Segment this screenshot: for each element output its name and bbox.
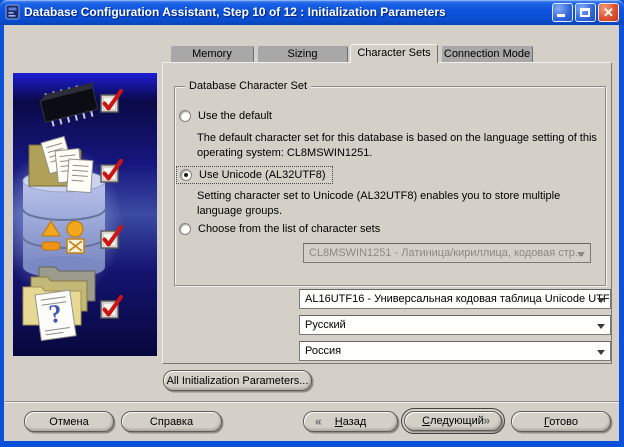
- tab-sizing-label: Sizing: [288, 48, 318, 60]
- maximize-button[interactable]: [575, 3, 596, 22]
- all-initialization-parameters-button[interactable]: All Initialization Parameters...: [163, 370, 312, 391]
- radio-unchecked-icon: [179, 223, 191, 235]
- titlebar: Database Configuration Assistant, Step 1…: [0, 0, 624, 25]
- national-character-set-select[interactable]: AL16UTF16 - Универсальная кодовая таблиц…: [299, 289, 611, 309]
- radio-choose-from-list[interactable]: Choose from the list of character sets: [179, 223, 380, 235]
- app-icon: [5, 4, 21, 20]
- back-label: Назад: [335, 416, 367, 428]
- national-character-set-value: AL16UTF16 - Универсальная кодовая таблиц…: [305, 293, 611, 305]
- finish-button[interactable]: Готово: [511, 411, 611, 432]
- next-chevron-icon: »: [483, 414, 490, 428]
- back-button[interactable]: « Назад: [303, 411, 398, 432]
- tab-memory-label: Memory: [192, 48, 232, 60]
- radio-use-unicode-label: Use Unicode (AL32UTF8): [199, 169, 326, 181]
- window-title: Database Configuration Assistant, Step 1…: [24, 0, 446, 25]
- dropdown-arrow-icon: [597, 298, 605, 303]
- minimize-icon: [557, 14, 565, 17]
- tab-character-sets[interactable]: Character Sets: [350, 44, 438, 63]
- maximize-icon: [580, 8, 590, 17]
- next-button[interactable]: Следующий »: [404, 411, 502, 431]
- default-date-format-select[interactable]: Россия: [299, 341, 611, 361]
- window-controls: ✕: [552, 3, 619, 22]
- dropdown-arrow-icon: [597, 324, 605, 329]
- groupbox-title: Database Character Set: [185, 80, 311, 92]
- radio-checked-icon: [180, 169, 192, 181]
- use-unicode-description: Setting character set to Unicode (AL32UT…: [197, 189, 605, 219]
- use-default-description: The default character set for this datab…: [197, 131, 605, 161]
- cancel-button[interactable]: Отмена: [24, 411, 114, 432]
- help-label: Справка: [150, 416, 193, 428]
- minimize-button[interactable]: [552, 3, 573, 22]
- next-label: Следующий: [422, 415, 484, 427]
- radio-use-unicode[interactable]: Use Unicode (AL32UTF8): [176, 166, 333, 184]
- tab-sizing[interactable]: Sizing: [257, 45, 348, 63]
- radio-choose-from-list-label: Choose from the list of character sets: [198, 223, 380, 235]
- default-language-select[interactable]: Русский: [299, 315, 611, 335]
- radio-use-default-label: Use the default: [198, 110, 272, 122]
- help-button[interactable]: Справка: [121, 411, 222, 432]
- dropdown-arrow-icon: [597, 350, 605, 355]
- next-button-default-ring: Следующий »: [401, 408, 505, 434]
- database-character-set-value: CL8MSWIN1251 - Латиница/кириллица, кодов…: [309, 247, 584, 259]
- default-language-value: Русский: [305, 319, 346, 331]
- dropdown-arrow-icon: [577, 252, 585, 257]
- tab-character-sets-label: Character Sets: [357, 47, 430, 59]
- tab-memory[interactable]: Memory: [170, 45, 254, 63]
- default-date-format-value: Россия: [305, 345, 341, 357]
- finish-label: Готово: [544, 416, 578, 428]
- all-initialization-parameters-label: All Initialization Parameters...: [167, 375, 309, 387]
- close-icon: ✕: [599, 4, 618, 21]
- tab-connection-mode-label: Connection Mode: [444, 48, 530, 60]
- radio-use-default[interactable]: Use the default: [179, 110, 272, 122]
- footer-separator: [5, 401, 619, 403]
- dialog-window: Database Configuration Assistant, Step 1…: [0, 0, 624, 447]
- cancel-label: Отмена: [49, 416, 88, 428]
- close-button[interactable]: ✕: [598, 3, 619, 22]
- back-chevron-icon: «: [315, 414, 322, 428]
- database-character-set-select: CL8MSWIN1251 - Латиница/кириллица, кодов…: [303, 243, 591, 263]
- wizard-progress-image: ?: [13, 73, 157, 356]
- radio-unchecked-icon: [179, 110, 191, 122]
- tab-connection-mode[interactable]: Connection Mode: [441, 45, 533, 63]
